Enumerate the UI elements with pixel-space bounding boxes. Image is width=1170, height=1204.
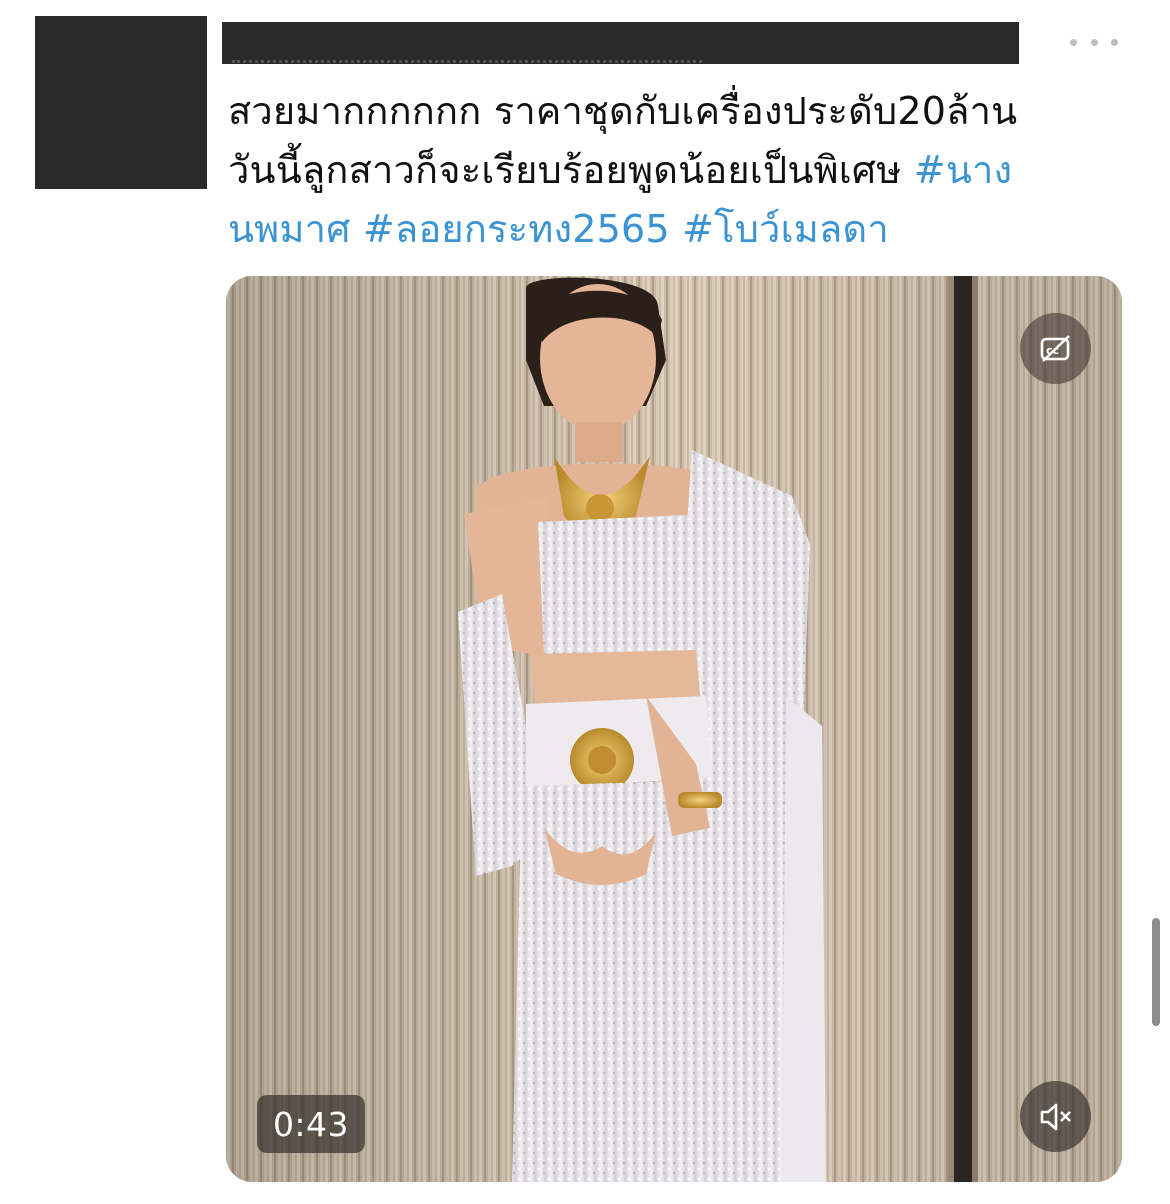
tweet-text-line-2: วันนี้ลูกสาวก็จะเรียบร้อยพูดน้อยเป็นพิเศ… — [228, 141, 1128, 200]
video-frame — [226, 276, 1122, 1182]
tweet-text-segment: สวยมากกกกกก ราคาชุดกับเครื่องประดับ20ล้า… — [228, 89, 1018, 133]
volume-muted-icon[interactable] — [1020, 1081, 1091, 1152]
more-options-icon[interactable] — [1070, 33, 1118, 51]
hashtag-link[interactable]: #ลอยกระทง2565 — [363, 207, 670, 251]
more-dot — [1090, 38, 1098, 46]
captions-off-icon[interactable]: cc — [1020, 313, 1091, 384]
volume-muted-glyph — [1040, 1103, 1071, 1130]
scrollbar-thumb[interactable] — [1152, 918, 1160, 1026]
hashtag-link[interactable]: นพมาศ — [228, 207, 351, 251]
hashtag-link[interactable]: #โบว์เมลดา — [682, 207, 889, 251]
hashtag-link[interactable]: #นาง — [914, 148, 1013, 192]
more-dot — [1070, 38, 1077, 46]
captions-off-glyph: cc — [1040, 334, 1070, 362]
tweet-text-line-1: สวยมากกกกกก ราคาชุดกับเครื่องประดับ20ล้า… — [228, 82, 1128, 141]
author-handle-residue — [232, 60, 702, 71]
video-player[interactable] — [226, 276, 1122, 1182]
tweet-text: สวยมากกกกกก ราคาชุดกับเครื่องประดับ20ล้า… — [228, 82, 1128, 259]
tweet-text-segment: วันนี้ลูกสาวก็จะเรียบร้อยพูดน้อยเป็นพิเศ… — [228, 148, 902, 192]
author-name-redacted[interactable] — [222, 22, 1019, 64]
more-dot — [1111, 38, 1118, 46]
video-duration-badge: 0:43 — [257, 1095, 365, 1153]
avatar[interactable] — [35, 16, 207, 189]
tweet-text-line-3: นพมาศ #ลอยกระทง2565 #โบว์เมลดา — [228, 200, 1128, 259]
